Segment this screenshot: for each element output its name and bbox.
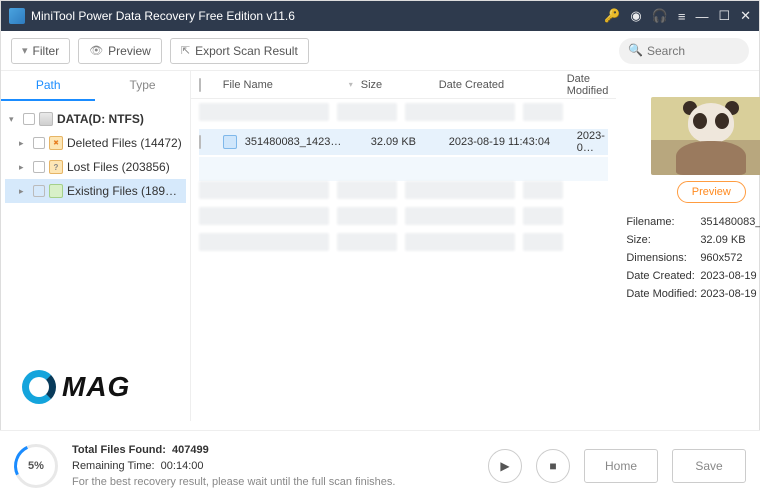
chevron-right-icon[interactable]: ▸ bbox=[19, 186, 29, 197]
export-icon: ⇱ bbox=[181, 44, 190, 57]
checkbox[interactable] bbox=[33, 185, 45, 197]
file-image-icon bbox=[223, 135, 237, 149]
save-button[interactable]: Save bbox=[672, 449, 746, 483]
col-size[interactable]: Size bbox=[361, 79, 431, 91]
watermark-logo: MAG bbox=[22, 370, 130, 404]
key-icon[interactable]: 🔑 bbox=[604, 8, 620, 24]
titlebar: MiniTool Power Data Recovery Free Editio… bbox=[1, 1, 759, 31]
tab-type[interactable]: Type bbox=[95, 71, 189, 101]
sort-caret-icon: ▾ bbox=[349, 80, 353, 89]
disk-icon bbox=[39, 112, 53, 126]
maximize-icon[interactable]: ☐ bbox=[718, 8, 730, 24]
headset-icon[interactable]: 🎧 bbox=[652, 8, 668, 24]
app-title: MiniTool Power Data Recovery Free Editio… bbox=[31, 9, 604, 23]
preview-thumbnail bbox=[651, 97, 760, 175]
col-filename[interactable]: File Name▾ bbox=[223, 79, 353, 91]
col-date-modified[interactable]: Date Modified bbox=[567, 73, 609, 97]
play-button[interactable]: ▶ bbox=[488, 449, 522, 483]
folder-existing-icon bbox=[49, 184, 63, 198]
disc-icon[interactable]: ◉ bbox=[630, 8, 641, 24]
tree-item-existing[interactable]: ▸ Existing Files (189… bbox=[5, 179, 186, 203]
filter-button[interactable]: ▾Filter bbox=[11, 38, 70, 64]
tree-item-deleted[interactable]: ▸ Deleted Files (14472) bbox=[5, 131, 186, 155]
cell-size: 32.09 KB bbox=[371, 136, 441, 148]
col-date-created[interactable]: Date Created bbox=[439, 79, 559, 91]
stop-button[interactable]: ■ bbox=[536, 449, 570, 483]
table-row bbox=[199, 103, 609, 121]
logo-icon bbox=[22, 370, 56, 404]
menu-icon[interactable]: ≡ bbox=[678, 9, 686, 24]
sidebar: Path Type ▾ DATA(D: NTFS) ▸ Deleted File… bbox=[1, 71, 191, 421]
home-button[interactable]: Home bbox=[584, 449, 658, 483]
play-icon: ▶ bbox=[500, 459, 509, 473]
tree-item-lost[interactable]: ▸ Lost Files (203856) bbox=[5, 155, 186, 179]
checkbox[interactable] bbox=[33, 137, 45, 149]
file-table: File Name▾ Size Date Created Date Modifi… bbox=[191, 71, 617, 421]
chevron-down-icon[interactable]: ▾ bbox=[9, 114, 19, 125]
tree: ▾ DATA(D: NTFS) ▸ Deleted Files (14472) … bbox=[1, 101, 190, 209]
preview-button[interactable]: 👁Preview bbox=[78, 38, 162, 64]
table-row-selected[interactable]: 351480083_1423… 32.09 KB 2023-08-19 11:4… bbox=[199, 129, 609, 155]
progress-ring: 5% bbox=[14, 444, 58, 488]
export-button[interactable]: ⇱Export Scan Result bbox=[170, 38, 309, 64]
stop-icon: ■ bbox=[549, 459, 556, 473]
cell-date-modified: 2023-0… bbox=[577, 130, 609, 154]
checkbox-all[interactable] bbox=[199, 78, 201, 92]
tab-path[interactable]: Path bbox=[1, 71, 95, 101]
tree-item-label: Lost Files (203856) bbox=[67, 160, 170, 174]
tree-item-label: Deleted Files (14472) bbox=[67, 136, 182, 150]
checkbox[interactable] bbox=[199, 135, 201, 149]
folder-deleted-icon bbox=[49, 136, 63, 150]
table-row bbox=[199, 233, 609, 251]
file-metadata: Filename:351480083_142346 Size:32.09 KB … bbox=[626, 213, 760, 303]
minimize-icon[interactable]: — bbox=[695, 9, 708, 24]
cell-filename: 351480083_1423… bbox=[245, 136, 363, 148]
tree-root-label: DATA(D: NTFS) bbox=[57, 112, 144, 126]
toolbar: ▾Filter 👁Preview ⇱Export Scan Result 🔍 bbox=[1, 31, 759, 71]
folder-lost-icon bbox=[49, 160, 63, 174]
search-wrap: 🔍 bbox=[619, 38, 749, 64]
table-row bbox=[199, 157, 609, 181]
preview-file-button[interactable]: Preview bbox=[677, 181, 746, 203]
search-icon: 🔍 bbox=[628, 43, 643, 57]
tree-item-label: Existing Files (189… bbox=[67, 184, 177, 198]
table-row bbox=[199, 207, 609, 225]
table-row bbox=[199, 181, 609, 199]
checkbox[interactable] bbox=[33, 161, 45, 173]
chevron-right-icon[interactable]: ▸ bbox=[19, 138, 29, 149]
tree-root[interactable]: ▾ DATA(D: NTFS) bbox=[5, 107, 186, 131]
app-icon bbox=[9, 8, 25, 24]
filter-icon: ▾ bbox=[22, 44, 28, 57]
eye-icon: 👁 bbox=[89, 44, 103, 57]
chevron-right-icon[interactable]: ▸ bbox=[19, 162, 29, 173]
footer: 5% Total Files Found: 407499 Remaining T… bbox=[0, 430, 760, 500]
progress-text: Total Files Found: 407499 Remaining Time… bbox=[72, 442, 395, 490]
close-icon[interactable]: ✕ bbox=[740, 8, 751, 24]
cell-date-created: 2023-08-19 11:43:04 bbox=[449, 136, 569, 148]
checkbox[interactable] bbox=[23, 113, 35, 125]
preview-panel: × Preview Filename:351480083_142346 Size… bbox=[616, 71, 760, 421]
